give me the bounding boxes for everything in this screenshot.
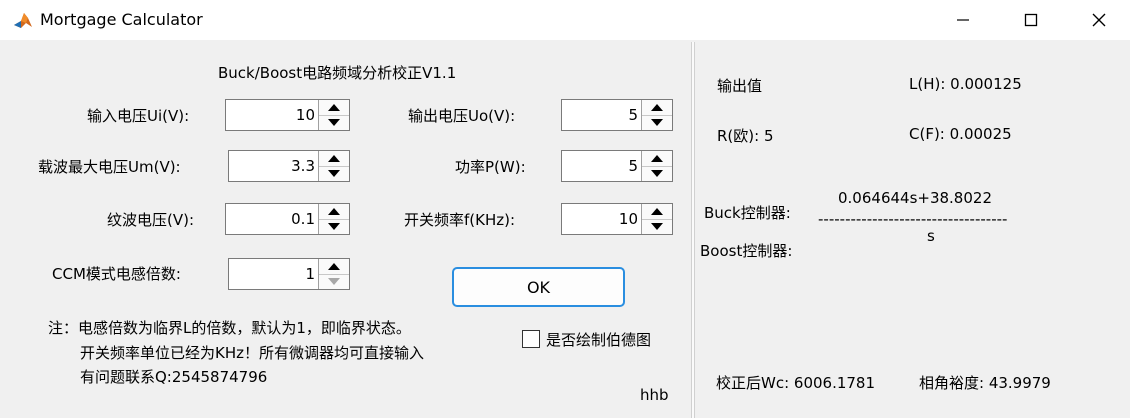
arrow-down-icon [651, 170, 663, 177]
signature: hhb [640, 386, 669, 404]
power-label: 功率P(W): [455, 158, 526, 176]
power-spinner-arrows [641, 151, 672, 181]
um-decrement-button[interactable] [319, 166, 349, 181]
tf-fraction-bar: ----------------------------------- [818, 210, 1008, 228]
power-value[interactable]: 5 [628, 157, 638, 175]
arrow-down-icon [651, 223, 663, 230]
capacitance-value: C(F): 0.00025 [909, 125, 1012, 143]
arrow-up-icon [651, 208, 663, 215]
maximize-icon [1024, 13, 1038, 27]
power-decrement-button[interactable] [642, 166, 672, 181]
matlab-logo-icon [12, 9, 34, 31]
ccm-spinner[interactable]: 1 [228, 258, 350, 290]
um-increment-button[interactable] [319, 151, 349, 167]
arrow-down-icon [328, 170, 340, 177]
frequency-decrement-button[interactable] [642, 219, 672, 234]
buck-controller-label: Buck控制器: [704, 204, 791, 222]
um-spinner[interactable]: 3.3 [228, 150, 350, 182]
ui-label: 输入电压Ui(V): [87, 107, 190, 125]
panel-divider [691, 42, 695, 418]
note-line-1: 注：电感倍数为临界L的倍数，默认为1，即临界状态。 [48, 319, 411, 337]
crossover-frequency: 校正后Wc: 6006.1781 [716, 374, 876, 392]
uo-increment-button[interactable] [642, 100, 672, 116]
tf-denominator: s [927, 227, 935, 245]
ccm-increment-button[interactable] [319, 259, 349, 275]
um-label: 载波最大电压Um(V): [38, 158, 181, 176]
arrow-up-icon [651, 104, 663, 111]
um-spinner-arrows [318, 151, 349, 181]
window-title: Mortgage Calculator [40, 10, 203, 29]
panel-heading: Buck/Boost电路频域分析校正V1.1 [218, 64, 457, 82]
title-bar: Mortgage Calculator [0, 0, 1130, 40]
resistance-value: R(欧): 5 [717, 127, 774, 145]
ui-decrement-button[interactable] [319, 115, 349, 130]
ripple-increment-button[interactable] [319, 204, 349, 220]
uo-spinner[interactable]: 5 [561, 99, 673, 131]
frequency-spinner-arrows [641, 204, 672, 234]
ui-value[interactable]: 10 [296, 106, 315, 124]
bode-plot-checkbox-label[interactable]: 是否绘制伯德图 [546, 331, 651, 349]
maximize-button[interactable] [1008, 0, 1054, 40]
arrow-down-icon [651, 119, 663, 126]
ccm-decrement-button[interactable] [319, 274, 349, 289]
frequency-value[interactable]: 10 [619, 210, 638, 228]
ripple-decrement-button[interactable] [319, 219, 349, 234]
uo-label: 输出电压Uo(V): [408, 107, 516, 125]
close-button[interactable] [1076, 0, 1122, 40]
ui-spinner[interactable]: 10 [225, 99, 350, 131]
power-increment-button[interactable] [642, 151, 672, 167]
arrow-down-icon [328, 119, 340, 126]
note-line-2: 开关频率单位已经为KHz！所有微调器均可直接输入 [80, 344, 424, 362]
phase-margin: 相角裕度: 43.9979 [919, 374, 1051, 392]
bode-plot-checkbox[interactable] [522, 330, 540, 348]
minimize-button[interactable] [940, 0, 986, 40]
uo-spinner-arrows [641, 100, 672, 130]
note-line-3: 有问题联系Q:2545874796 [80, 368, 268, 386]
uo-decrement-button[interactable] [642, 115, 672, 130]
ripple-label: 纹波电压(V): [107, 211, 195, 229]
frequency-spinner[interactable]: 10 [561, 203, 673, 235]
um-value[interactable]: 3.3 [291, 157, 315, 175]
ripple-spinner[interactable]: 0.1 [225, 203, 350, 235]
arrow-down-icon [328, 223, 340, 230]
frequency-increment-button[interactable] [642, 204, 672, 220]
power-spinner[interactable]: 5 [561, 150, 673, 182]
arrow-up-icon [328, 155, 340, 162]
ui-spinner-arrows [318, 100, 349, 130]
output-title: 输出值 [717, 77, 763, 95]
arrow-down-icon [328, 278, 340, 285]
close-icon [1092, 13, 1106, 27]
ccm-spinner-arrows [318, 259, 349, 289]
minimize-icon [957, 19, 969, 21]
ccm-label: CCM模式电感倍数: [52, 265, 181, 283]
arrow-up-icon [328, 104, 340, 111]
inductance-value: L(H): 0.000125 [909, 75, 1022, 93]
ccm-value[interactable]: 1 [305, 265, 315, 283]
ui-increment-button[interactable] [319, 100, 349, 116]
arrow-up-icon [328, 263, 340, 270]
ripple-spinner-arrows [318, 204, 349, 234]
arrow-up-icon [328, 208, 340, 215]
ripple-value[interactable]: 0.1 [291, 210, 315, 228]
ok-button[interactable]: OK [452, 267, 625, 307]
frequency-label: 开关频率f(KHz): [404, 211, 516, 229]
boost-controller-label: Boost控制器: [700, 242, 793, 260]
arrow-up-icon [651, 155, 663, 162]
tf-numerator: 0.064644s+38.8022 [838, 189, 992, 207]
uo-value[interactable]: 5 [628, 106, 638, 124]
